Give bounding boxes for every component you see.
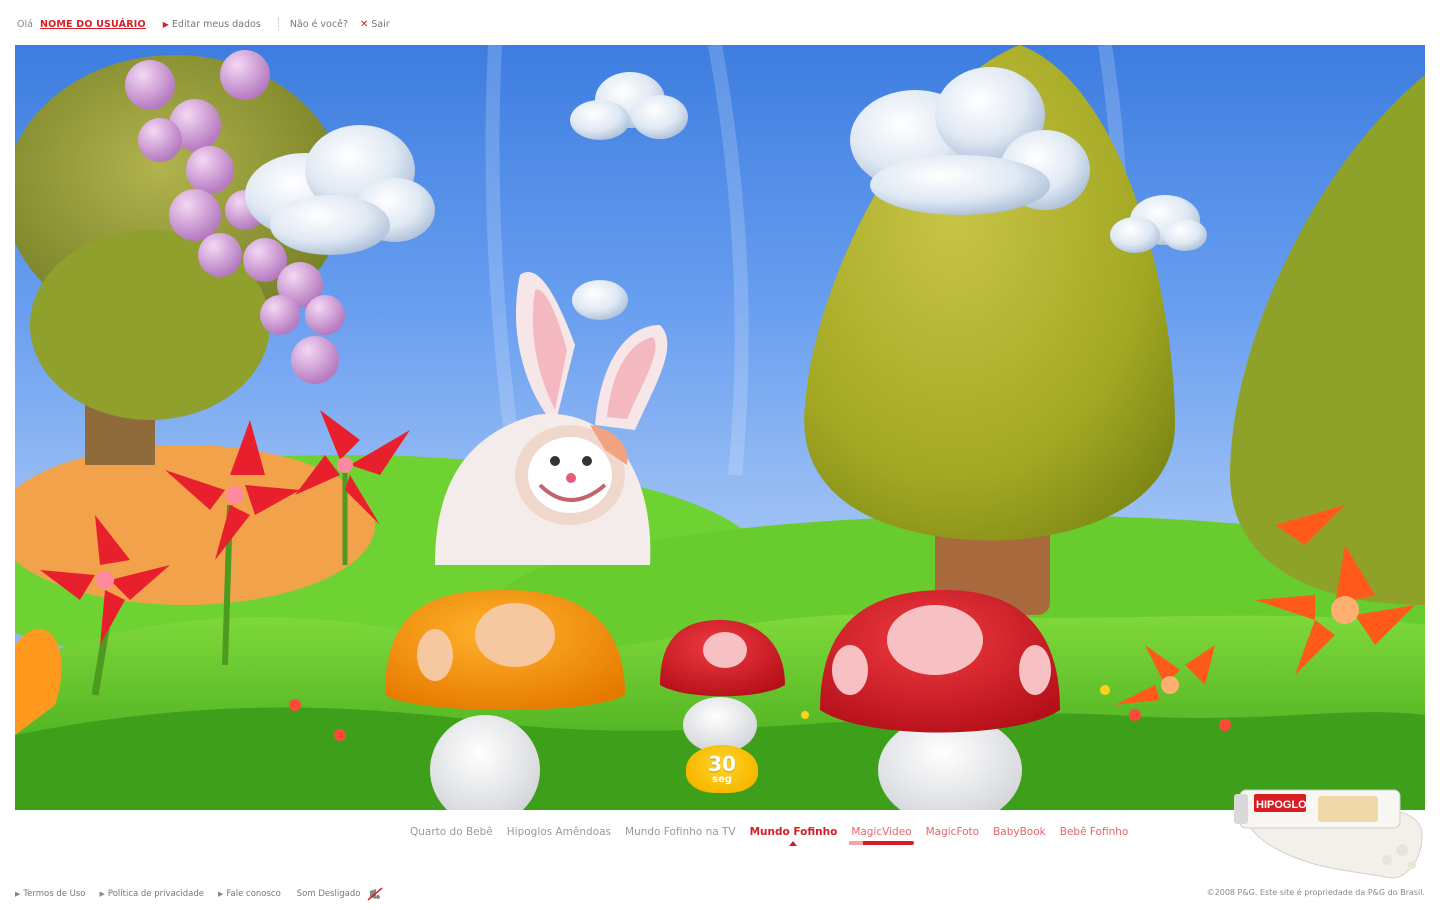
close-icon[interactable]: ✕ (360, 19, 368, 30)
privacy-link[interactable]: Política de privacidade (108, 889, 204, 899)
username-link[interactable]: NOME DO USUÁRIO (40, 19, 146, 30)
not-you-link[interactable]: Não é você? (290, 19, 348, 30)
nav-item-label: Mundo Fofinho (749, 826, 838, 838)
timer-unit: seg (712, 773, 732, 785)
scene-illustration (15, 45, 1425, 810)
copyright-text: ©2008 P&G. Este site é propriedade da P&… (1206, 888, 1425, 897)
nav-item-magicvideo[interactable]: MagicVideo (849, 826, 914, 845)
terms-link[interactable]: Termos de Uso (23, 889, 85, 899)
arrow-right-icon: ▶ (99, 890, 105, 898)
current-indicator (849, 841, 914, 845)
sound-toggle-label[interactable]: Som Desligado (297, 889, 361, 899)
edit-profile-link[interactable]: Editar meus dados (172, 19, 261, 30)
video-stage[interactable]: 30 seg (15, 45, 1425, 810)
caret-up-icon (789, 841, 798, 846)
nav-item-quarto-do-bebe[interactable]: Quarto do Bebê (410, 826, 493, 838)
user-bar: Olá NOME DO USUÁRIO ▶ Editar meus dados … (17, 16, 390, 32)
sound-off-icon[interactable] (367, 887, 383, 901)
logout-link[interactable]: Sair (371, 19, 389, 30)
footer-links: ▶ Termos de Uso ▶ Política de privacidad… (15, 887, 383, 901)
nav-item-babybook[interactable]: BabyBook (993, 826, 1046, 838)
product-brand-label: HIPOGLOS (1256, 799, 1314, 811)
arrow-right-icon: ▶ (15, 890, 21, 898)
nav-item-label: MagicVideo (851, 826, 912, 838)
contact-link[interactable]: Fale conosco (226, 889, 280, 899)
greeting-text: Olá (17, 18, 33, 30)
arrow-right-icon: ▶ (218, 890, 224, 898)
nav-item-mundo-fofinho-tv[interactable]: Mundo Fofinho na TV (625, 826, 736, 838)
arrow-right-icon: ▶ (162, 19, 169, 29)
nav-item-magicfoto[interactable]: MagicFoto (926, 826, 979, 838)
timer-value: 30 (708, 751, 736, 776)
section-nav: Quarto do Bebê Hipoglos Amêndoas Mundo F… (410, 826, 1142, 846)
product-tube-image: HIPOGLOS (1234, 789, 1423, 879)
nav-item-mundo-fofinho[interactable]: Mundo Fofinho (749, 826, 838, 846)
divider (277, 18, 279, 30)
countdown-timer: 30 seg (686, 745, 758, 793)
nav-item-hipoglos-amendoas[interactable]: Hipoglos Amêndoas (507, 826, 611, 838)
nav-item-bebe-fofinho[interactable]: Bebê Fofinho (1060, 826, 1129, 838)
